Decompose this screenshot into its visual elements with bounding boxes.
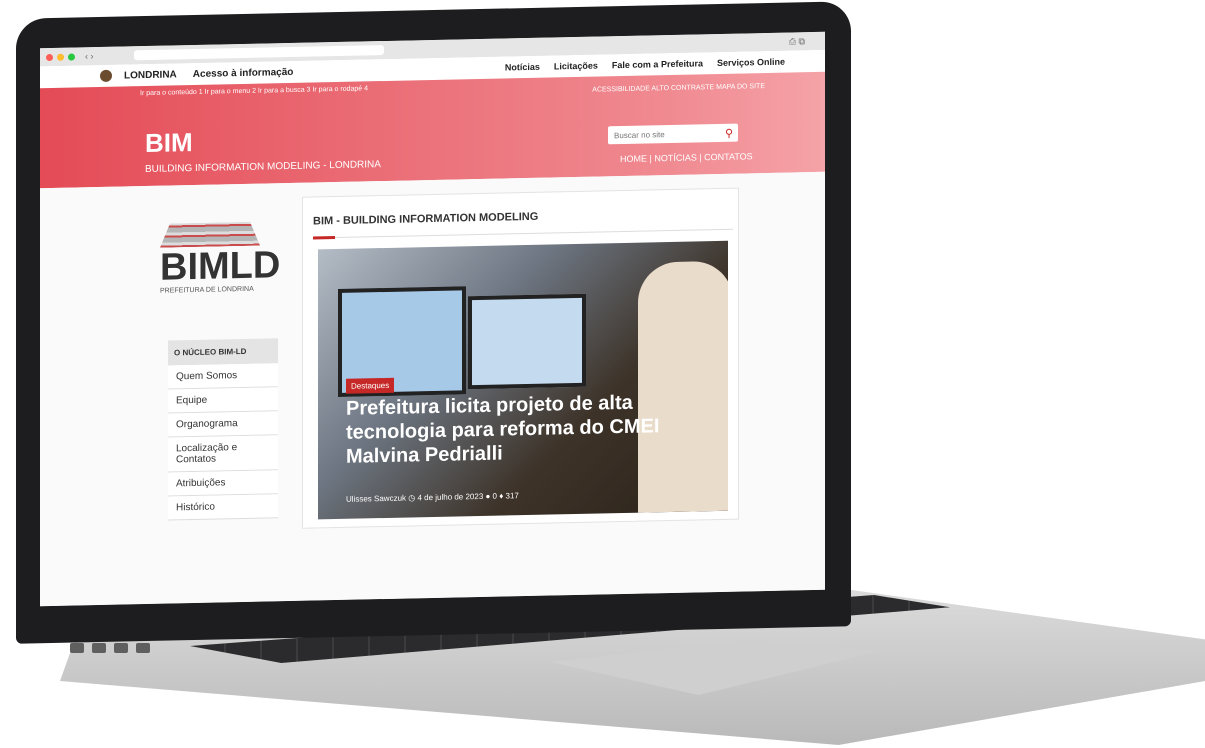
window-controls: [46, 52, 79, 61]
port: [70, 643, 84, 653]
site-subtitle: BUILDING INFORMATION MODELING - LONDRINA: [145, 159, 381, 176]
page-body: BIMLD PREFEITURA DE LONDRINA O NÚCLEO BI…: [40, 171, 825, 607]
site-header: Ir para o conteúdo 1 Ir para o menu 2 Ir…: [40, 71, 825, 189]
search-input[interactable]: [612, 127, 716, 141]
gov-link-licitacoes[interactable]: Licitações: [554, 61, 598, 72]
sidebar-menu: O NÚCLEO BIM-LD Quem Somos Equipe Organo…: [168, 338, 278, 521]
monitor-image: [468, 293, 586, 390]
gov-link-fale[interactable]: Fale com a Prefeitura: [612, 58, 703, 70]
port: [136, 643, 150, 653]
sidebar-item-quem-somos[interactable]: Quem Somos: [168, 363, 278, 390]
gov-bar-links: Notícias Licitações Fale com a Prefeitur…: [491, 57, 785, 73]
section-divider: [313, 228, 733, 239]
bim-logo[interactable]: BIMLD PREFEITURA DE LONDRINA: [160, 205, 281, 295]
sidebar-item-localizacao[interactable]: Localização e Contatos: [168, 435, 278, 473]
logo-subtext: PREFEITURA DE LONDRINA: [160, 285, 254, 295]
address-bar[interactable]: [133, 45, 384, 61]
city-crest-icon: [100, 69, 112, 82]
logo-roof-icon: [160, 206, 260, 248]
site-title[interactable]: BIM: [145, 127, 193, 159]
post-meta: Ulisses Sawczuk ◷ 4 de julho de 2023 ● 0…: [346, 491, 519, 504]
laptop-mockup: ‹ › ⎙ ⧉ LONDRINA Acesso à informação Not…: [0, 0, 1205, 748]
post-headline[interactable]: Prefeitura licita projeto de alta tecnol…: [346, 389, 726, 469]
port: [114, 643, 128, 653]
sidebar-item-organograma[interactable]: Organograma: [168, 411, 278, 438]
access-info-link[interactable]: Acesso à informação: [193, 66, 294, 79]
skip-links[interactable]: Ir para o conteúdo 1 Ir para o menu 2 Ir…: [140, 85, 368, 97]
gov-bar-left: LONDRINA Acesso à informação: [100, 66, 309, 82]
sidebar-heading: O NÚCLEO BIM-LD: [168, 338, 278, 366]
gov-link-noticias[interactable]: Notícias: [505, 62, 540, 73]
top-nav-links[interactable]: HOME | NOTÍCIAS | CONTATOS: [620, 151, 753, 164]
sidebar-item-equipe[interactable]: Equipe: [168, 387, 278, 414]
sidebar-item-historico[interactable]: Histórico: [168, 494, 278, 521]
featured-post[interactable]: Destaques Prefeitura licita projeto de a…: [318, 240, 728, 520]
city-link[interactable]: LONDRINA: [124, 69, 177, 81]
accessibility-links[interactable]: ACESSIBILIDADE ALTO CONTRASTE MAPA DO SI…: [592, 83, 765, 94]
port: [92, 643, 106, 653]
category-badge[interactable]: Destaques: [346, 377, 395, 394]
laptop-screen: ‹ › ⎙ ⧉ LONDRINA Acesso à informação Not…: [40, 31, 825, 607]
search-box: ⚲: [608, 123, 738, 145]
back-forward-icon[interactable]: ‹ ›: [85, 51, 94, 61]
section-divider-accent: [313, 236, 335, 240]
search-icon[interactable]: ⚲: [725, 126, 733, 139]
laptop-ports: [70, 640, 170, 670]
sidebar-item-atribuicoes[interactable]: Atribuições: [168, 470, 278, 497]
close-window-button[interactable]: [46, 53, 53, 61]
person-image: [638, 260, 728, 513]
minimize-window-button[interactable]: [57, 53, 64, 61]
browser-toolbar-icons[interactable]: ⎙ ⧉: [789, 36, 805, 47]
section-title: BIM - BUILDING INFORMATION MODELING: [313, 210, 539, 228]
gov-link-servicos[interactable]: Serviços Online: [717, 57, 785, 68]
main-content: BIM - BUILDING INFORMATION MODELING Dest…: [302, 187, 739, 529]
maximize-window-button[interactable]: [68, 52, 75, 61]
logo-text: BIMLD: [160, 244, 281, 289]
